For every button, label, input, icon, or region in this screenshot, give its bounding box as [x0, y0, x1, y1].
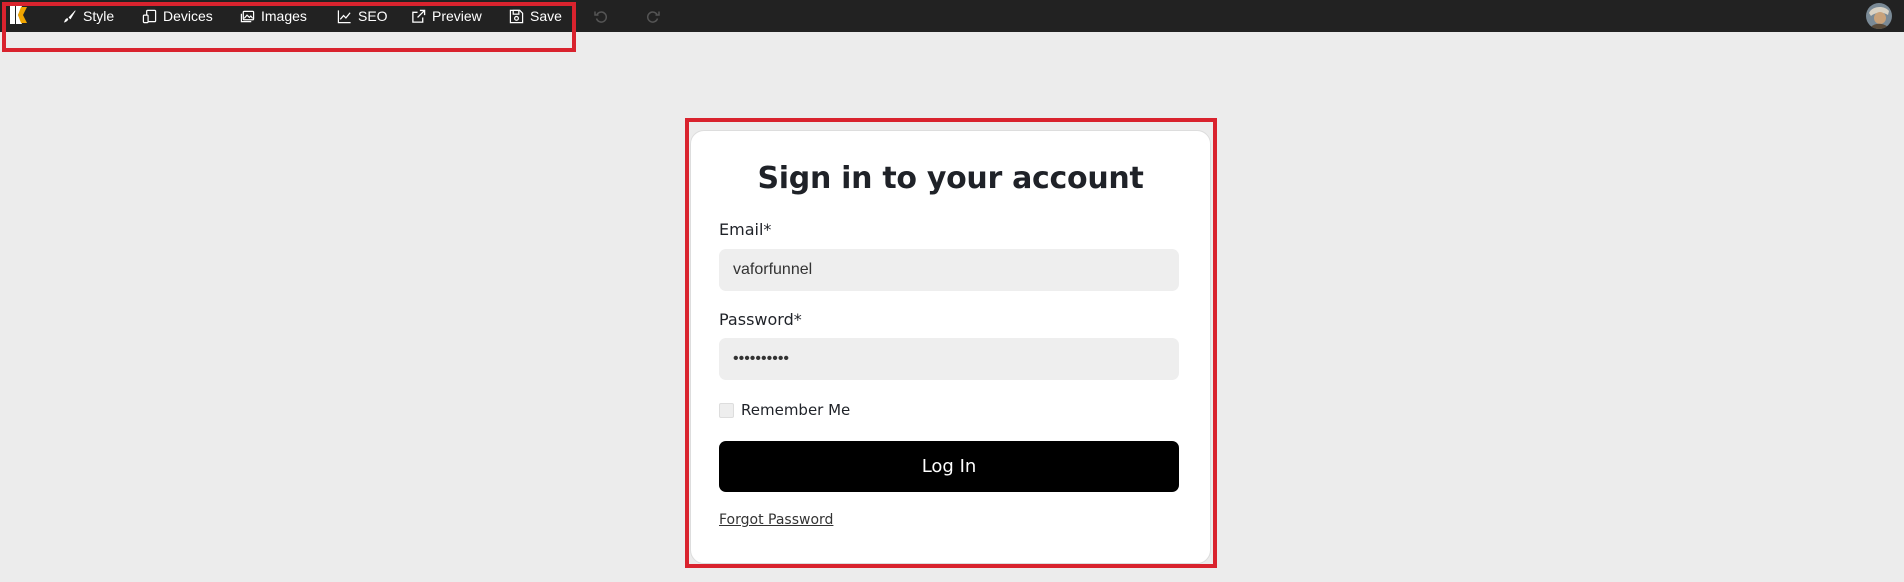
email-field[interactable] — [719, 249, 1179, 291]
password-field[interactable] — [719, 338, 1179, 380]
top-toolbar: Style Devices Images SEO Preview Save — [0, 0, 1904, 32]
email-label: Email* — [719, 220, 772, 239]
user-avatar[interactable] — [1866, 3, 1892, 29]
forgot-password-link[interactable]: Forgot Password — [719, 512, 833, 528]
toolbar-images-button[interactable]: Images — [240, 0, 307, 32]
toolbar-save-button[interactable]: Save — [509, 0, 562, 32]
toolbar-preview-button[interactable]: Preview — [411, 0, 482, 32]
toolbar-images-label: Images — [261, 8, 307, 24]
toolbar-devices-label: Devices — [163, 8, 213, 24]
login-title: Sign in to your account — [757, 161, 1144, 196]
undo-icon[interactable] — [593, 8, 609, 24]
devices-icon — [142, 9, 157, 24]
toolbar-devices-button[interactable]: Devices — [142, 0, 213, 32]
redo-icon[interactable] — [645, 8, 661, 24]
toolbar-save-label: Save — [530, 8, 562, 24]
login-card: Sign in to your account Email* Password*… — [690, 130, 1211, 564]
images-icon — [240, 9, 255, 24]
toolbar-seo-label: SEO — [358, 8, 388, 24]
password-label: Password* — [719, 310, 802, 329]
chart-line-icon — [337, 9, 352, 24]
toolbar-seo-button[interactable]: SEO — [337, 0, 388, 32]
toolbar-style-label: Style — [83, 8, 115, 24]
external-link-icon — [411, 9, 426, 24]
remember-me-checkbox[interactable] — [719, 403, 734, 418]
app-logo-icon[interactable] — [8, 4, 30, 26]
toolbar-preview-label: Preview — [432, 8, 482, 24]
log-in-button[interactable]: Log In — [719, 441, 1179, 492]
brush-icon — [62, 9, 77, 24]
floppy-disk-icon — [509, 9, 524, 24]
remember-me-label[interactable]: Remember Me — [741, 401, 850, 419]
toolbar-style-button[interactable]: Style — [62, 0, 114, 32]
